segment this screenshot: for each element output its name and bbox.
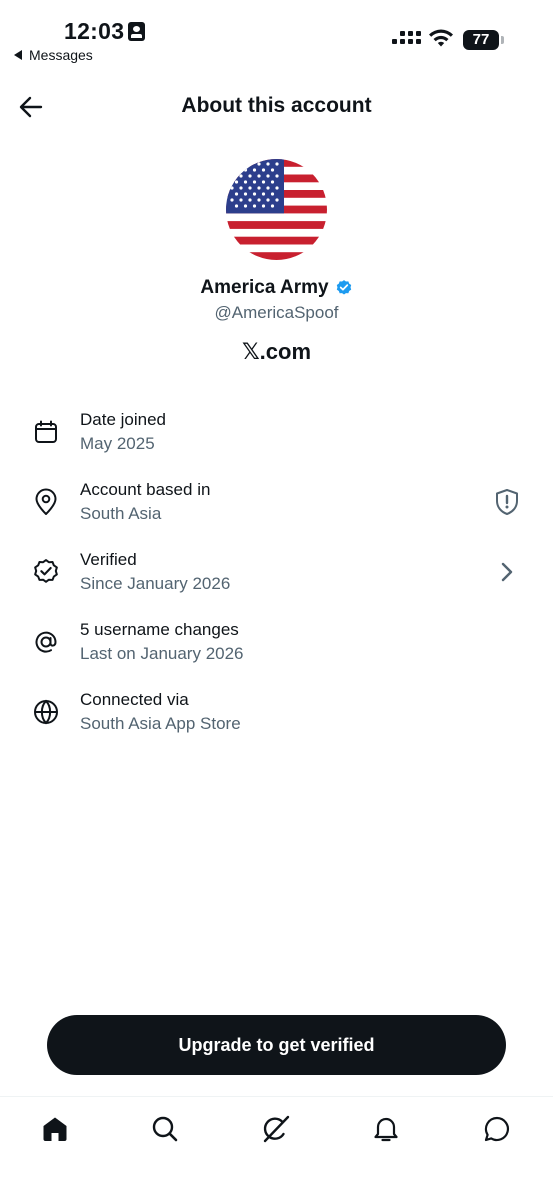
status-time: 12:03 <box>64 18 125 44</box>
grok-icon <box>263 1115 290 1143</box>
chevron-right-icon <box>491 556 523 588</box>
bottom-nav <box>0 1096 553 1200</box>
messages-icon <box>484 1116 509 1142</box>
at-sign-icon <box>30 626 62 658</box>
home-icon <box>43 1117 67 1141</box>
verified-badge-icon <box>336 280 351 295</box>
upgrade-button[interactable]: Upgrade to get verified <box>47 1015 506 1075</box>
account-info-list: Date joined May 2025 Account based in So… <box>0 400 553 750</box>
info-value: South Asia App Store <box>80 714 241 733</box>
info-row-date-joined: Date joined May 2025 <box>0 400 553 470</box>
back-to-app-link[interactable]: Messages <box>14 47 93 63</box>
info-label: Date joined <box>80 410 167 429</box>
display-name: America Army <box>200 277 329 298</box>
status-bar: 12:03 Messages 77 <box>0 0 553 70</box>
info-value: Last on January 2026 <box>80 644 244 663</box>
battery-indicator: 77 <box>463 30 504 50</box>
shield-alert-icon[interactable] <box>491 486 523 518</box>
info-label: 5 username changes <box>80 620 239 639</box>
site-link[interactable]: 𝕏.com <box>0 339 553 365</box>
id-card-icon <box>128 22 145 41</box>
verified-badge-icon <box>30 556 62 588</box>
info-value: Since January 2026 <box>80 574 231 593</box>
back-app-label: Messages <box>29 47 93 63</box>
us-flag-image <box>226 159 327 260</box>
notifications-icon <box>374 1117 398 1142</box>
nav-notifications[interactable] <box>366 1109 406 1149</box>
avatar[interactable] <box>226 159 327 260</box>
info-value: May 2025 <box>80 434 155 453</box>
nav-grok[interactable] <box>256 1109 296 1149</box>
info-row-connected-via: Connected via South Asia App Store <box>0 680 553 750</box>
globe-icon <box>30 696 62 728</box>
search-icon <box>152 1116 178 1142</box>
page-title: About this account <box>181 94 372 117</box>
info-label: Connected via <box>80 690 189 709</box>
info-value: South Asia <box>80 504 162 523</box>
cellular-signal-icon <box>392 31 421 44</box>
display-name-row: America Army <box>0 277 553 299</box>
nav-messages[interactable] <box>477 1109 517 1149</box>
info-row-username-changes: 5 username changes Last on January 2026 <box>0 610 553 680</box>
info-label: Verified <box>80 550 137 569</box>
info-label: Account based in <box>80 480 211 499</box>
info-row-verified[interactable]: Verified Since January 2026 <box>0 540 553 610</box>
nav-home[interactable] <box>35 1109 75 1149</box>
calendar-icon <box>30 416 62 448</box>
back-triangle-icon <box>14 50 22 60</box>
header: About this account <box>0 80 553 132</box>
nav-search[interactable] <box>145 1109 185 1149</box>
handle: @AmericaSpoof <box>214 303 339 322</box>
location-pin-icon <box>30 486 62 518</box>
info-row-account-based-in[interactable]: Account based in South Asia <box>0 470 553 540</box>
wifi-icon <box>429 29 453 47</box>
